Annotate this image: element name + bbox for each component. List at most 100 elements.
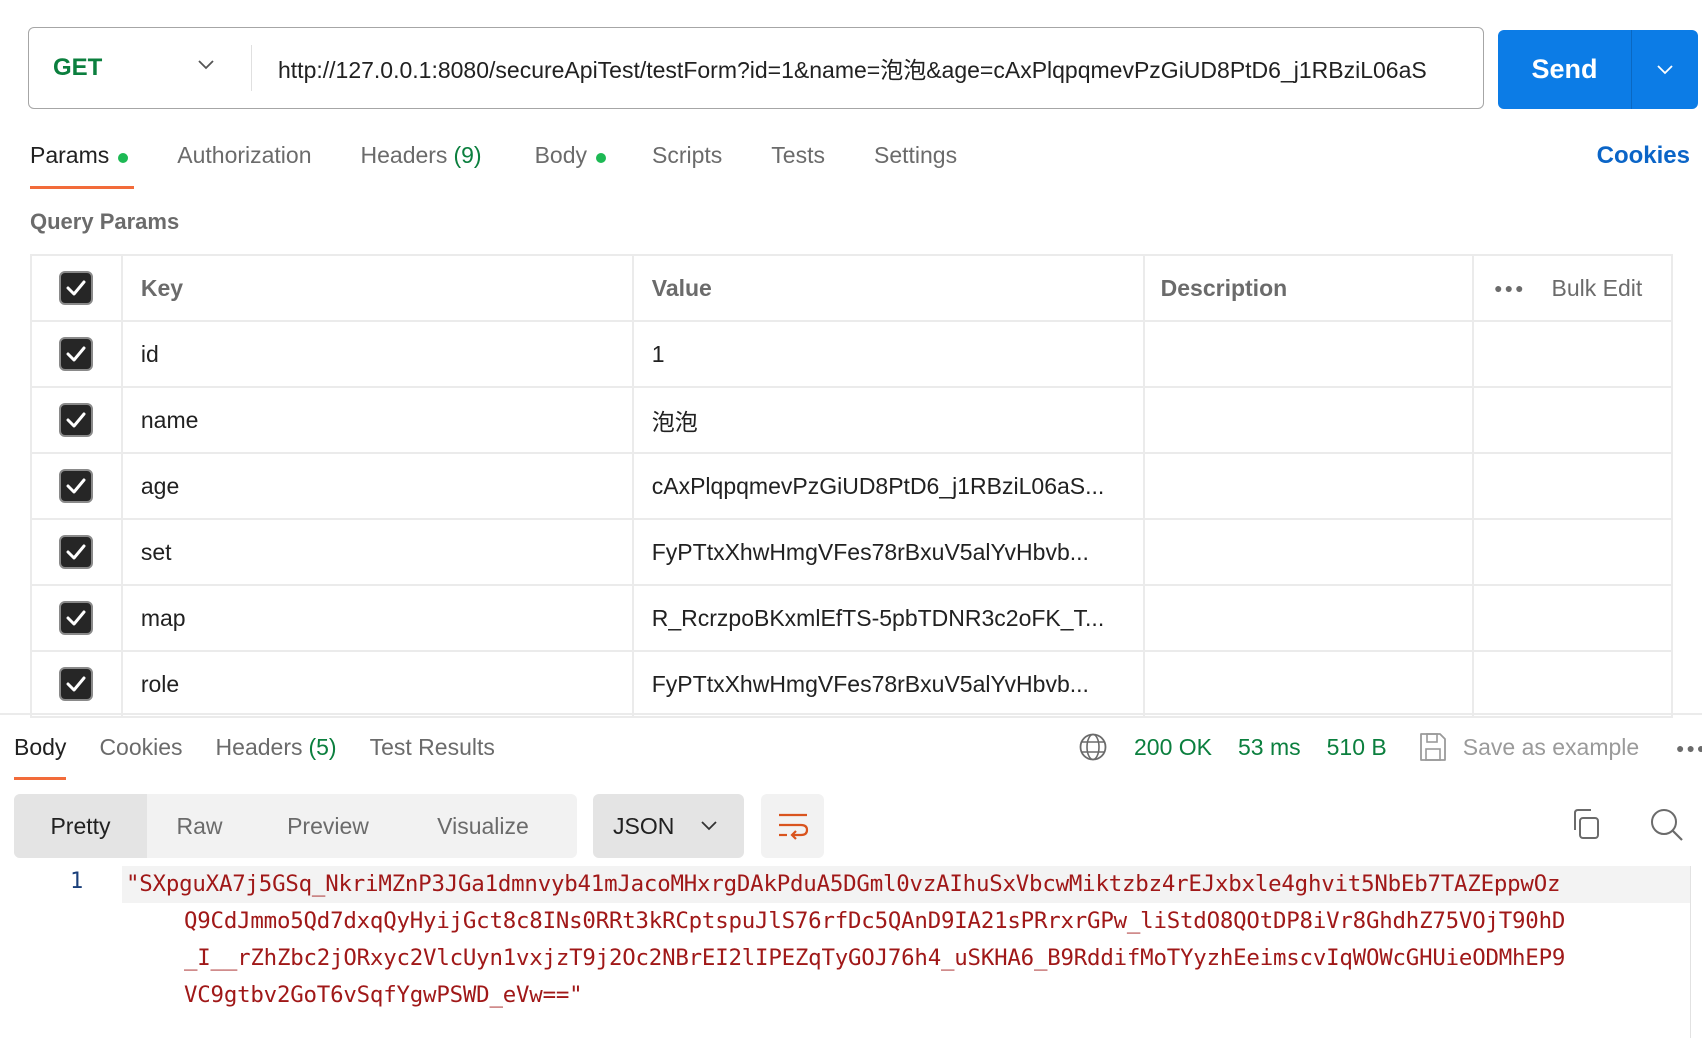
tab-authorization[interactable]: Authorization	[177, 138, 311, 190]
tab-label: Tests	[771, 142, 825, 169]
param-key[interactable]: set	[122, 519, 633, 585]
code-line-wrapped: VC9gtbv2GoT6vSqfYgwPSWD_eVw=="	[0, 977, 1690, 1014]
tab-tests[interactable]: Tests	[771, 138, 825, 190]
check-icon	[66, 675, 86, 693]
view-raw-button[interactable]: Raw	[147, 794, 252, 858]
code-line-wrapped: Q9CdJmmo5Qd7dxqQyHyijGct8c8INs0RRt3kRCpt…	[0, 903, 1690, 940]
search-button[interactable]	[1650, 808, 1684, 847]
row-checkbox[interactable]	[59, 535, 93, 569]
pane-divider[interactable]	[0, 713, 1702, 715]
more-options-icon[interactable]: ●●●	[1494, 280, 1525, 296]
view-preview-button[interactable]: Preview	[252, 794, 404, 858]
tab-params[interactable]: Params	[30, 138, 128, 190]
editor-scrollbar-track[interactable]	[1690, 866, 1691, 1038]
tab-test-results[interactable]: Test Results	[370, 730, 495, 782]
row-checkbox[interactable]	[59, 667, 93, 701]
param-value[interactable]: FyPTtxXhwHmgVFes78rBxuV5alYvHbvb...	[633, 651, 1144, 717]
request-url-bar: GET http://127.0.0.1:8080/secureApiTest/…	[28, 27, 1484, 109]
param-value[interactable]: R_RcrzpoBKxmlEfTS-5pbTDNR3c2oFK_T...	[633, 585, 1144, 651]
tab-response-body[interactable]: Body	[14, 730, 66, 782]
empty-cell	[1473, 321, 1672, 387]
param-description[interactable]	[1144, 585, 1474, 651]
param-description[interactable]	[1144, 321, 1474, 387]
row-checkbox[interactable]	[59, 337, 93, 371]
empty-cell	[1473, 453, 1672, 519]
chevron-down-icon	[197, 59, 215, 71]
table-row: age cAxPlqpqmevPzGiUD8PtD6_j1RBziL06aS..…	[31, 453, 1672, 519]
table-header-row: Key Value Description ●●● Bulk Edit	[31, 255, 1672, 321]
param-value[interactable]: 泡泡	[633, 387, 1144, 453]
code-line-wrapped: _I__rZhZbc2jORxyc2VlcUyn1vxjzT9j2Oc2NBrE…	[0, 940, 1690, 977]
row-checkbox[interactable]	[59, 403, 93, 437]
tab-label: Headers	[361, 142, 448, 169]
tab-response-headers[interactable]: Headers(5)	[216, 730, 337, 782]
param-key[interactable]: id	[122, 321, 633, 387]
method-select[interactable]: GET	[29, 28, 251, 108]
param-value[interactable]: 1	[633, 321, 1144, 387]
tab-body[interactable]: Body	[535, 138, 606, 190]
check-icon	[66, 477, 86, 495]
send-options-button[interactable]	[1632, 30, 1698, 109]
bulk-edit-button[interactable]: Bulk Edit	[1552, 275, 1643, 302]
row-checkbox[interactable]	[59, 601, 93, 635]
tab-label: Test Results	[370, 734, 495, 761]
format-select[interactable]: JSON	[593, 794, 744, 858]
param-key[interactable]: name	[122, 387, 633, 453]
response-time[interactable]: 53 ms	[1238, 734, 1301, 761]
request-tabs: Params Authorization Headers(9) Body Scr…	[30, 138, 1006, 190]
tab-count: (9)	[453, 142, 481, 169]
status-code[interactable]: 200 OK	[1134, 734, 1212, 761]
check-icon	[66, 345, 86, 363]
response-size[interactable]: 510 B	[1327, 734, 1387, 761]
view-visualize-button[interactable]: Visualize	[404, 794, 562, 858]
response-tabs: Body Cookies Headers(5) Test Results	[14, 730, 528, 780]
copy-button[interactable]	[1571, 808, 1601, 845]
response-view-modes: Pretty Raw Preview Visualize	[14, 794, 577, 858]
chevron-down-icon	[700, 820, 718, 832]
globe-icon[interactable]	[1078, 732, 1108, 762]
method-label: GET	[53, 54, 102, 82]
format-label: JSON	[613, 813, 674, 840]
search-icon	[1650, 808, 1684, 842]
cookies-link[interactable]: Cookies	[1597, 142, 1690, 170]
send-button[interactable]: Send	[1498, 30, 1631, 109]
row-checkbox[interactable]	[59, 469, 93, 503]
param-description[interactable]	[1144, 453, 1474, 519]
tab-count: (5)	[308, 734, 336, 761]
tab-label: Headers	[216, 734, 303, 761]
chevron-down-icon	[1656, 64, 1674, 76]
param-key[interactable]: age	[122, 453, 633, 519]
param-key[interactable]: role	[122, 651, 633, 717]
param-value[interactable]: FyPTtxXhwHmgVFes78rBxuV5alYvHbvb...	[633, 519, 1144, 585]
tab-headers[interactable]: Headers(9)	[361, 138, 482, 190]
wrap-lines-button[interactable]	[761, 794, 824, 858]
status-dot	[118, 153, 128, 163]
tab-scripts[interactable]: Scripts	[652, 138, 722, 190]
response-meta: 200 OK 53 ms 510 B Save as example	[1078, 730, 1639, 764]
tab-label: Body	[535, 142, 587, 169]
param-description[interactable]	[1144, 519, 1474, 585]
param-description[interactable]	[1144, 387, 1474, 453]
response-body-editor[interactable]: 1 "SXpguXA7j5GSq_NkriMZnP3JGa1dmnvyb41mJ…	[0, 866, 1690, 1014]
check-icon	[66, 279, 86, 297]
column-header-description: Description	[1144, 255, 1474, 321]
save-as-example-button[interactable]: Save as example	[1419, 732, 1639, 762]
url-input[interactable]: http://127.0.0.1:8080/secureApiTest/test…	[252, 51, 1483, 85]
param-key[interactable]: map	[122, 585, 633, 651]
line-number: 1	[70, 869, 83, 894]
send-button-group: Send	[1498, 30, 1698, 109]
tab-response-cookies[interactable]: Cookies	[99, 730, 182, 782]
tab-settings[interactable]: Settings	[874, 138, 957, 190]
column-header-key: Key	[122, 255, 633, 321]
empty-cell	[1473, 585, 1672, 651]
param-value[interactable]: cAxPlqpqmevPzGiUD8PtD6_j1RBziL06aS...	[633, 453, 1144, 519]
param-description[interactable]	[1144, 651, 1474, 717]
code-text: VC9gtbv2GoT6vSqfYgwPSWD_eVw=="	[184, 982, 582, 1008]
select-all-checkbox[interactable]	[59, 271, 93, 305]
view-pretty-button[interactable]: Pretty	[14, 794, 147, 858]
tab-label: Settings	[874, 142, 957, 169]
empty-cell	[1473, 651, 1672, 717]
more-options-icon[interactable]: ●●●	[1676, 740, 1702, 756]
check-icon	[66, 411, 86, 429]
copy-icon	[1571, 808, 1601, 840]
